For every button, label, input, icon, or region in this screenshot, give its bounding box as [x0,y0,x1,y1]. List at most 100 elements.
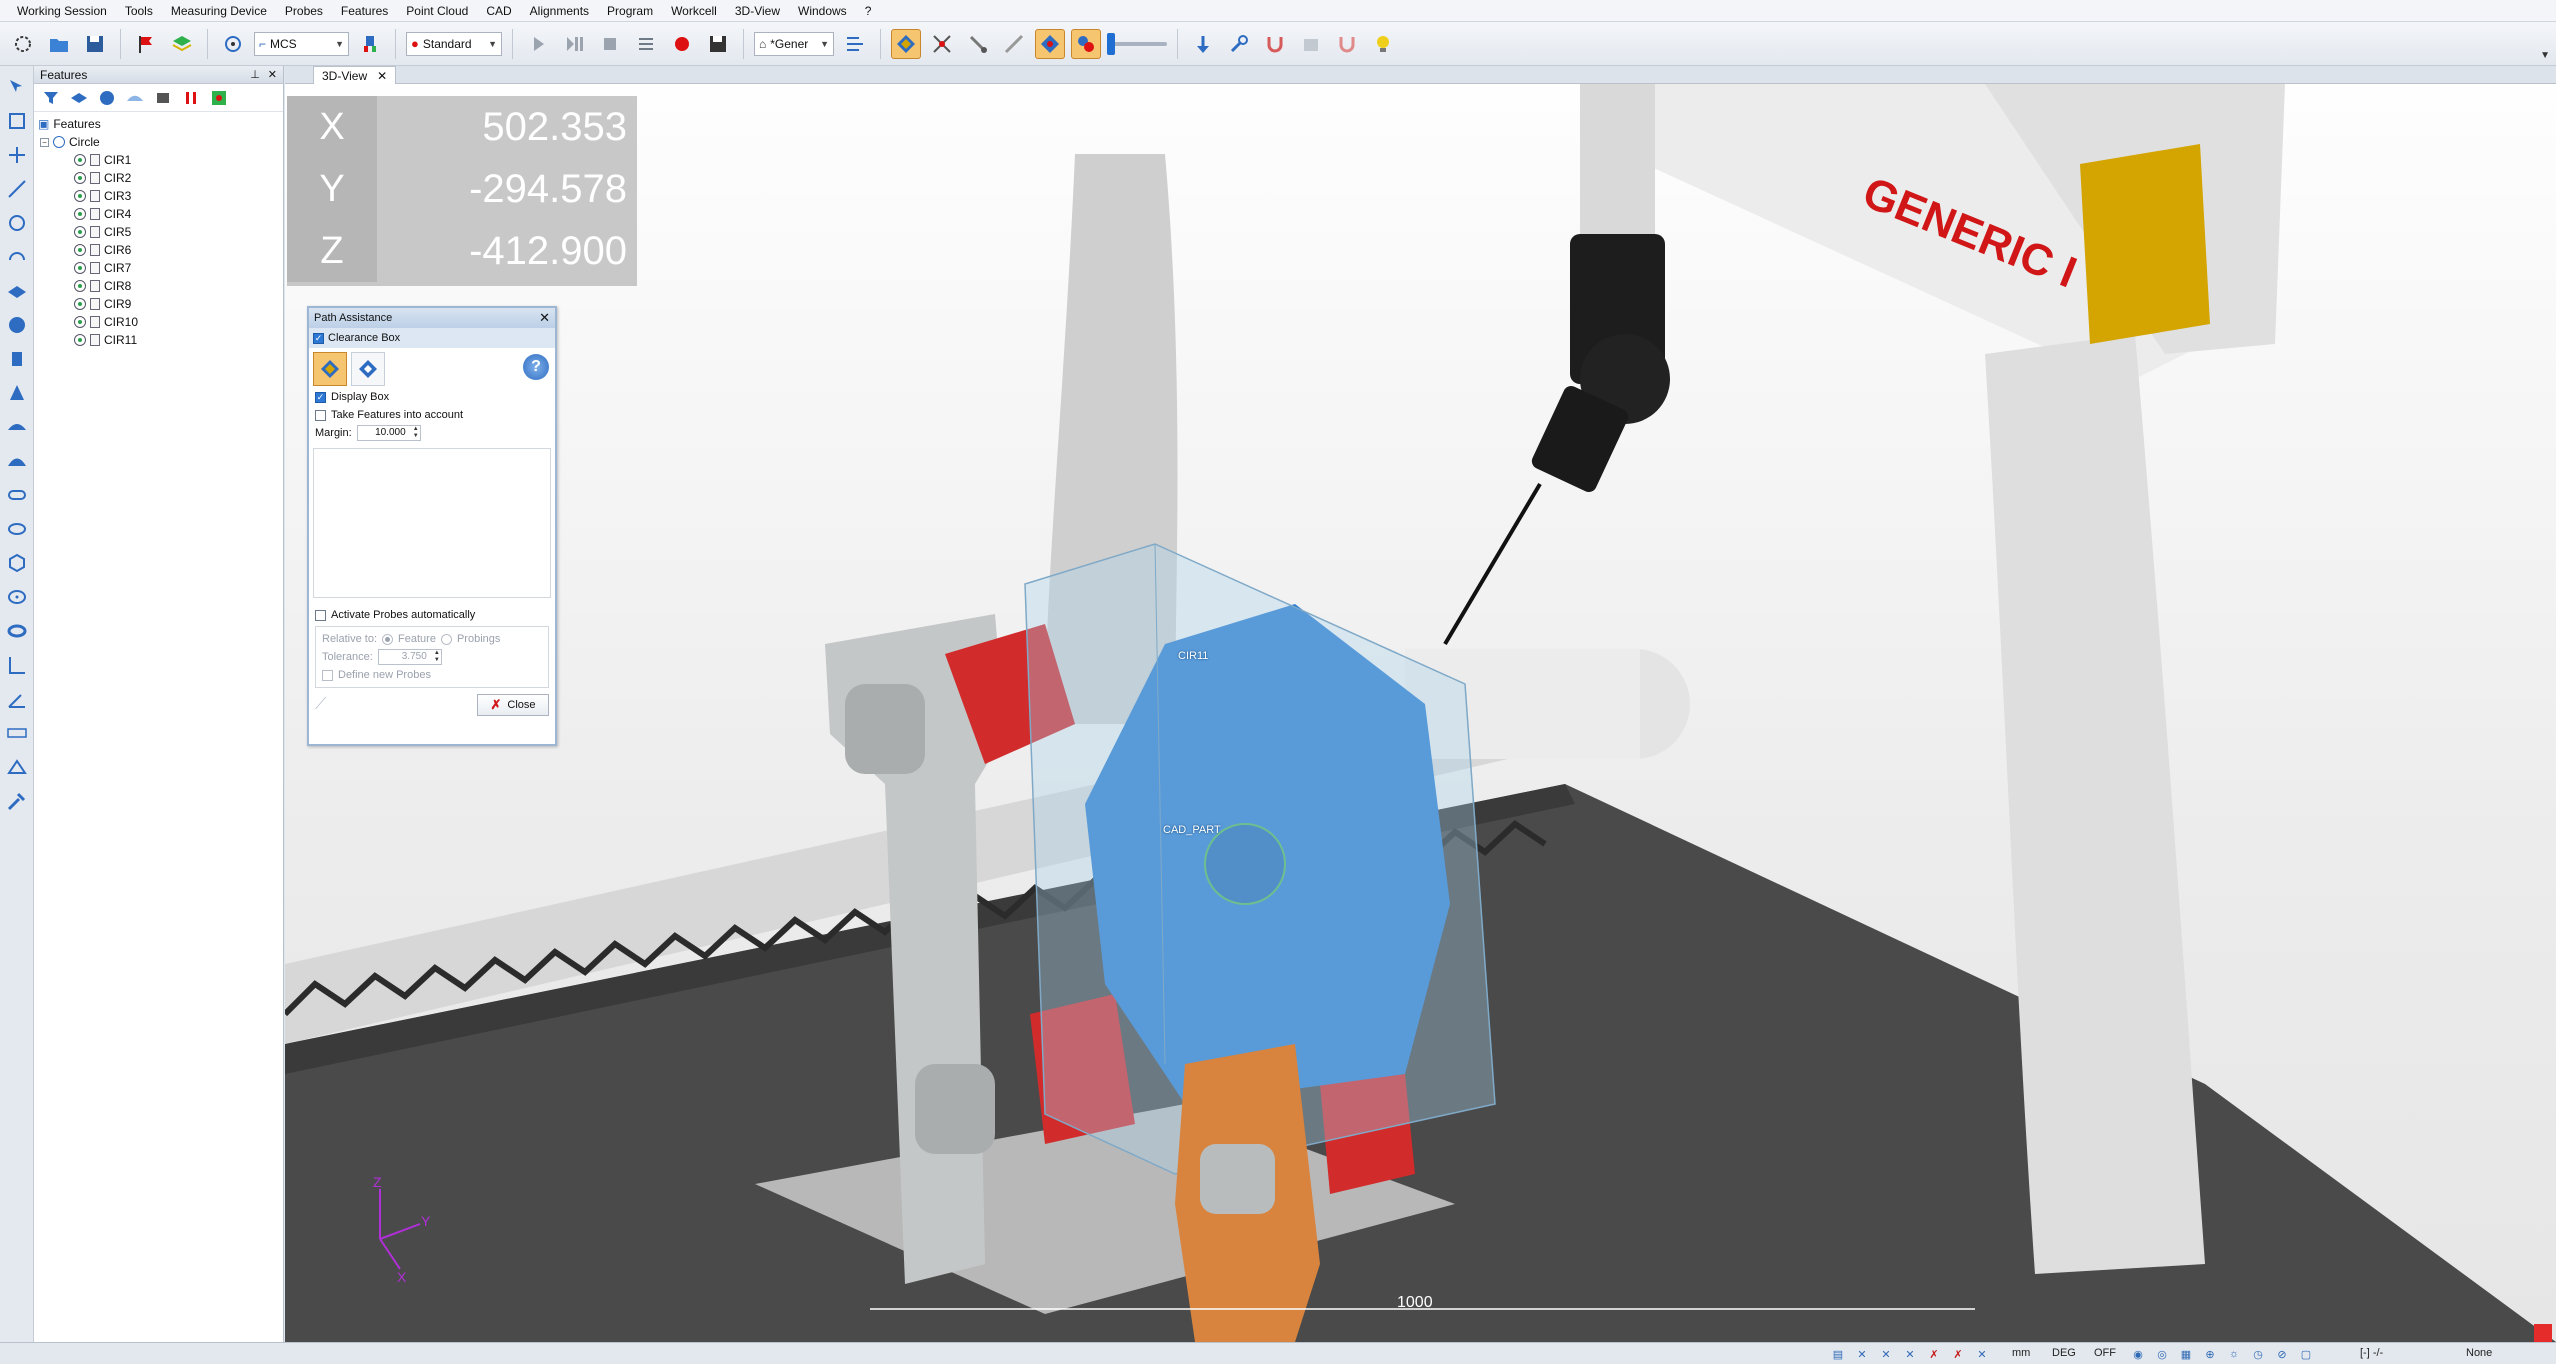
coord-system-select[interactable]: ⌐ MCS ▼ [254,31,349,56]
state-readout[interactable]: OFF [2094,1347,2116,1359]
alignment-icon[interactable] [218,29,248,59]
measure-line-icon[interactable] [999,29,1029,59]
db-icon[interactable]: ▤ [1830,1346,1846,1362]
stop-icon[interactable] [595,29,625,59]
close-icon[interactable]: ✕ [539,310,550,326]
save-icon[interactable] [80,29,110,59]
surface-view-icon[interactable] [124,87,146,109]
cross-third-icon[interactable]: ✕ [1902,1346,1918,1362]
feature-item-cir6[interactable]: CIR6 [38,241,279,259]
dialog-header[interactable]: Path Assistance ✕ [309,308,555,328]
select-tool-icon[interactable] [3,72,31,102]
feature-item-cir8[interactable]: CIR8 [38,277,279,295]
help-icon[interactable]: ? [523,354,549,380]
define-probes-checkbox[interactable] [322,669,333,681]
tree-root[interactable]: ▣ Features [38,115,279,133]
take-features-checkbox[interactable] [315,409,326,421]
feature-item-cir3[interactable]: CIR3 [38,187,279,205]
close-button[interactable]: ✗ Close [477,694,549,716]
units-readout[interactable]: mm [2012,1347,2030,1359]
clearance-box-checkbox[interactable]: ✓ [313,332,324,344]
slider-handle[interactable] [1107,32,1115,55]
clearance-box-icon[interactable] [891,28,921,59]
round-slot-icon[interactable] [3,514,31,544]
tab-3d-view[interactable]: 3D-View ✕ [313,66,397,84]
record-icon[interactable] [667,29,697,59]
angle-icon[interactable] [3,684,31,714]
path-tool-icon[interactable] [927,29,957,59]
close-icon[interactable]: ✕ [268,68,277,81]
feature-label-cir11[interactable]: CIR11 [1178,650,1208,662]
cross-alt-icon[interactable]: ✕ [1878,1346,1894,1362]
menu-item-program[interactable]: Program [598,0,662,22]
menu-item-features[interactable]: Features [332,0,397,22]
sun-icon[interactable]: ☼ [2226,1346,2242,1362]
feature-item-cir10[interactable]: CIR10 [38,313,279,331]
plane-view-icon[interactable] [68,87,90,109]
pause-icon[interactable] [180,87,202,109]
part-label[interactable]: CAD_PART [1163,824,1221,836]
take-features-row[interactable]: Take Features into account [309,406,555,424]
cone-icon[interactable] [3,378,31,408]
pin-icon[interactable]: ⊥ [250,68,260,81]
feature-item-cir9[interactable]: CIR9 [38,295,279,313]
torus-icon[interactable] [3,616,31,646]
slot-icon[interactable] [3,480,31,510]
menu-item-probes[interactable]: Probes [276,0,332,22]
probe-tip-icon[interactable] [963,29,993,59]
probe-feature-icon[interactable] [208,87,230,109]
menu-item-alignments[interactable]: Alignments [521,0,598,22]
box-mode-manual-button[interactable] [351,352,385,386]
distance-icon[interactable] [3,650,31,680]
menu-item-working-session[interactable]: Working Session [8,0,116,22]
mode-select[interactable]: ● Standard ▼ [406,31,502,56]
display-box-checkbox[interactable]: ✓ [315,391,326,403]
menu-item-measuring-device[interactable]: Measuring Device [162,0,276,22]
gdt-icon[interactable] [3,718,31,748]
step-icon[interactable] [559,29,589,59]
simulation-icon[interactable] [1071,28,1101,59]
probe-manager-icon[interactable] [355,29,385,59]
play-icon[interactable] [523,29,553,59]
circle-icon[interactable] [3,208,31,238]
spinner-icon[interactable]: ▲ ▼ [434,650,440,664]
path-list-icon[interactable] [840,29,870,59]
cross-icon[interactable]: ✕ [1854,1346,1870,1362]
define-probes-row[interactable]: Define new Probes [316,666,548,684]
curve-icon[interactable] [3,446,31,476]
clock-icon[interactable]: ◷ [2250,1346,2266,1362]
surface-icon[interactable] [3,412,31,442]
gauge-icon[interactable] [3,752,31,782]
layers-icon[interactable] [167,29,197,59]
program-list-icon[interactable] [631,29,661,59]
probe-error-icon[interactable]: ✗ [1926,1346,1942,1362]
target-icon[interactable]: ⊕ [2202,1346,2218,1362]
view-icon[interactable]: ◎ [2154,1346,2170,1362]
grid-icon[interactable]: ▦ [2178,1346,2194,1362]
menu-item-windows[interactable]: Windows [789,0,856,22]
close-icon[interactable]: ✕ [377,69,387,83]
square-icon[interactable]: ▢ [2298,1346,2314,1362]
toolbar-overflow-icon[interactable]: ▼ [2540,50,2550,61]
clearance-box-toggle[interactable]: ✓ Clearance Box [309,328,555,348]
spinner-icon[interactable]: ▲ ▼ [413,426,419,440]
ban-icon[interactable]: ⊘ [2274,1346,2290,1362]
feature-item-cir1[interactable]: CIR1 [38,151,279,169]
wrench-icon[interactable] [1224,29,1254,59]
box-mode-auto-button[interactable] [313,352,347,386]
probings-radio[interactable] [440,633,452,645]
machine-select[interactable]: ⌂ *Gener ▼ [754,31,834,56]
line-icon[interactable] [3,174,31,204]
probe-down-icon[interactable] [1188,29,1218,59]
construct-tool-icon[interactable] [3,106,31,136]
menu-item-point-cloud[interactable]: Point Cloud [397,0,477,22]
tools-icon[interactable] [3,786,31,816]
plane-icon[interactable] [3,276,31,306]
menu-item-tools[interactable]: Tools [116,0,162,22]
feature-filter-icon[interactable] [40,87,62,109]
feature-measure-icon[interactable] [96,87,118,109]
new-session-icon[interactable] [8,29,38,59]
error-icon[interactable]: ✗ [1950,1346,1966,1362]
record-panel-icon[interactable] [152,87,174,109]
sphere-icon[interactable] [3,310,31,340]
